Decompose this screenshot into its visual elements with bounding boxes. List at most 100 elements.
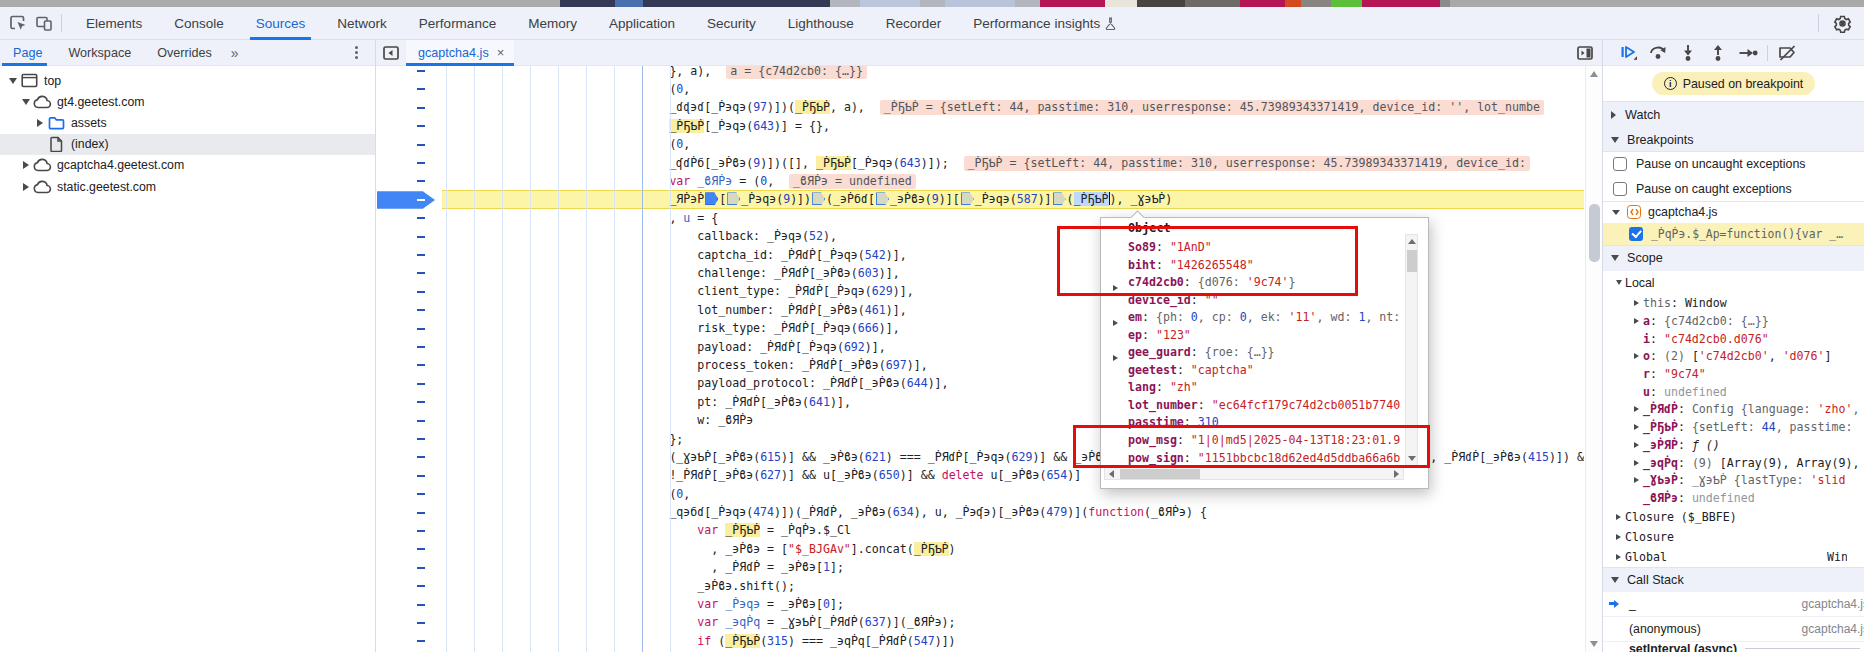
code-line[interactable]: _ԛ϶бɗ[_Ṗ϶ԛ϶(474)])(_ṖЯɗṖ, _϶Ṗϐ϶(634), u,… xyxy=(442,503,1584,521)
code-line-executing[interactable]: _ЯṖ϶Ṗ[_Ṗ϶ԛ϶(9)])(_϶Ṗбɗ[_϶Ṗϐ϶(9)][_Ṗ϶ԛ϶(5… xyxy=(442,190,1584,208)
inspect-element-button[interactable] xyxy=(5,10,31,36)
code-line[interactable]: _϶Ṗϐ϶.shift(); xyxy=(442,577,1584,595)
scope-variable-row[interactable]: _϶ԛṖԛ: (9) [Array(9), Array(9), xyxy=(1603,454,1864,472)
step-button[interactable] xyxy=(1733,41,1763,65)
scope-section-row[interactable]: GlobalWindow xyxy=(1603,547,1864,567)
line-number-dash[interactable] xyxy=(417,144,425,146)
scope-variable-row[interactable]: this: Window xyxy=(1603,295,1864,313)
settings-button[interactable] xyxy=(1829,10,1855,36)
navigator-more-tabs[interactable]: » xyxy=(225,40,245,66)
line-number-dash[interactable] xyxy=(417,364,425,366)
line-number-dash[interactable] xyxy=(417,475,425,477)
panel-tab-console[interactable]: Console xyxy=(158,7,240,40)
step-location-marker[interactable] xyxy=(727,192,740,205)
expand-arrow-closed[interactable] xyxy=(37,119,43,127)
expand-arrow[interactable] xyxy=(1616,554,1621,560)
line-number-dash[interactable] xyxy=(417,328,425,330)
frame-file-location[interactable]: gcaptcha4.js xyxy=(1802,622,1864,636)
line-number-dash[interactable] xyxy=(417,640,425,642)
panel-tab-performance-insights[interactable]: Performance insights xyxy=(957,7,1132,40)
scope-variable-row[interactable]: _϶ṖЯṖ: ƒ () xyxy=(1603,436,1864,454)
scope-variable-row[interactable]: o: (2) ['c74d2cb0', 'd076'] xyxy=(1603,348,1864,366)
pause-uncaught-checkbox[interactable] xyxy=(1613,157,1627,171)
popup-horizontal-scrollbar[interactable] xyxy=(1104,467,1404,480)
breakpoint-checkbox[interactable] xyxy=(1629,227,1643,241)
tree-item-gcaptcha4-geetest-com[interactable]: gcaptcha4.geetest.com xyxy=(0,155,375,176)
code-line[interactable]: var _϶ԛṖԛ = _Ɣ϶ƄṖ[_ṖЯɗṖ(637)](_ϐЯṖ϶); xyxy=(442,613,1584,631)
current-step-marker[interactable] xyxy=(705,192,718,205)
line-number-dash[interactable] xyxy=(417,530,425,532)
code-line[interactable]: , _ṖЯɗṖ = _϶Ṗϐ϶[1]; xyxy=(442,558,1584,576)
step-location-marker[interactable] xyxy=(961,192,974,205)
scope-section-row[interactable]: Closure xyxy=(1603,527,1864,547)
expand-arrow[interactable] xyxy=(1616,514,1621,520)
call-stack-section-header[interactable]: Call Stack xyxy=(1603,568,1864,592)
line-number-dash[interactable] xyxy=(417,107,425,109)
expand-arrow[interactable] xyxy=(1113,320,1118,326)
line-number-dash[interactable] xyxy=(417,291,425,293)
line-number-dash[interactable] xyxy=(417,585,425,587)
code-line[interactable]: _ṖҔƄṖ[_Ṗ϶ԛ϶(643)] = {}, xyxy=(442,117,1584,135)
line-number-dash[interactable] xyxy=(417,346,425,348)
expand-arrow-closed[interactable] xyxy=(23,161,29,169)
line-number-dash[interactable] xyxy=(417,493,425,495)
pause-uncaught-row[interactable]: Pause on uncaught exceptions xyxy=(1603,152,1864,177)
step-over-button[interactable] xyxy=(1643,41,1673,65)
expand-arrow[interactable] xyxy=(1634,477,1639,483)
scope-variable-row[interactable]: a: {c74d2cb0: {…}} xyxy=(1603,312,1864,330)
expand-arrow[interactable] xyxy=(1113,355,1118,361)
panel-tab-application[interactable]: Application xyxy=(593,7,691,40)
tree-item-gt4-geetest-com[interactable]: gt4.geetest.com xyxy=(0,91,375,112)
code-line[interactable]: _ʠɗṖб[_϶Ṗϐ϶(9)])([], _ṖҔƄṖ[_Ṗ϶ԛ϶(643)]);… xyxy=(442,154,1584,172)
expand-arrow[interactable] xyxy=(1634,406,1639,412)
navigator-tab-overrides[interactable]: Overrides xyxy=(144,40,225,66)
call-stack-frame-anonymous[interactable]: (anonymous)gcaptcha4.js xyxy=(1603,617,1864,642)
line-number-dash[interactable] xyxy=(417,180,425,182)
expand-arrow[interactable] xyxy=(1634,424,1639,430)
line-number-dash[interactable] xyxy=(417,162,425,164)
tree-item-assets[interactable]: assets xyxy=(0,112,375,133)
code-line[interactable]: (0, xyxy=(442,80,1584,98)
scope-local-row[interactable]: Local xyxy=(1603,271,1864,295)
line-number-dash[interactable] xyxy=(417,604,425,606)
breakpoint-entry[interactable]: _ṖԛṖ϶.$_Ap=function(){var _… xyxy=(1603,223,1864,245)
scope-section-header[interactable]: Scope xyxy=(1603,246,1864,271)
toggle-debugger-sidebar-button[interactable] xyxy=(1568,46,1602,60)
panel-tab-sources[interactable]: Sources xyxy=(240,7,322,40)
scope-variable-row[interactable]: u: undefined xyxy=(1603,383,1864,401)
editor-scrollbar[interactable] xyxy=(1585,66,1602,652)
panel-tab-performance[interactable]: Performance xyxy=(403,7,512,40)
popup-property-gee_guard[interactable]: gee_guard: {roe: {…}} xyxy=(1101,344,1406,362)
tree-item-static-geetest-com[interactable]: static.geetest.com xyxy=(0,176,375,197)
scope-variable-row[interactable]: _ƔƄ϶Ṗ: _Ɣ϶ƄṖ {lastType: 'slid xyxy=(1603,471,1864,489)
line-number-dash[interactable] xyxy=(417,548,425,550)
panel-tab-memory[interactable]: Memory xyxy=(512,7,593,40)
navigator-tab-page[interactable]: Page xyxy=(0,40,55,66)
tree-item-top[interactable]: top xyxy=(0,70,375,91)
device-toolbar-button[interactable] xyxy=(31,10,57,36)
step-location-marker[interactable] xyxy=(1053,192,1066,205)
popup-property-em[interactable]: em: {ph: 0, cp: 0, ek: '11', wd: 1, nt: xyxy=(1101,309,1406,327)
editor-gutter[interactable] xyxy=(376,66,436,652)
line-number-dash[interactable] xyxy=(417,236,425,238)
panel-tab-network[interactable]: Network xyxy=(321,7,403,40)
scope-variable-row[interactable]: _ϐЯṖ϶: undefined xyxy=(1603,489,1864,507)
line-number-dash[interactable] xyxy=(417,272,425,274)
code-line[interactable]: var _ṖҔƄṖ = _ṖԛṖ϶.$_Cl xyxy=(442,521,1584,539)
line-number-dash[interactable] xyxy=(417,125,425,127)
panel-tab-lighthouse[interactable]: Lighthouse xyxy=(772,7,870,40)
code-line[interactable]: var _Ṗ϶ԛ϶ = _϶Ṗϐ϶[0]; xyxy=(442,595,1584,613)
line-number-dash[interactable] xyxy=(417,456,425,458)
pause-caught-checkbox[interactable] xyxy=(1613,182,1627,196)
line-number-dash[interactable] xyxy=(417,88,425,90)
code-line[interactable]: if (_ṖҔƄṖ(315) === _϶ԛṖԛ[_ṖЯɗṖ(547)]) xyxy=(442,632,1584,650)
line-number-dash[interactable] xyxy=(417,309,425,311)
expand-arrow[interactable] xyxy=(1634,353,1639,359)
expand-arrow[interactable] xyxy=(1634,460,1639,466)
code-line[interactable]: (0, xyxy=(442,135,1584,153)
resume-script-button[interactable] xyxy=(1613,41,1643,65)
expand-arrow-open[interactable] xyxy=(22,99,30,105)
expand-arrow[interactable] xyxy=(1634,300,1639,306)
step-into-button[interactable] xyxy=(1673,41,1703,65)
expand-arrow[interactable] xyxy=(1634,318,1639,324)
